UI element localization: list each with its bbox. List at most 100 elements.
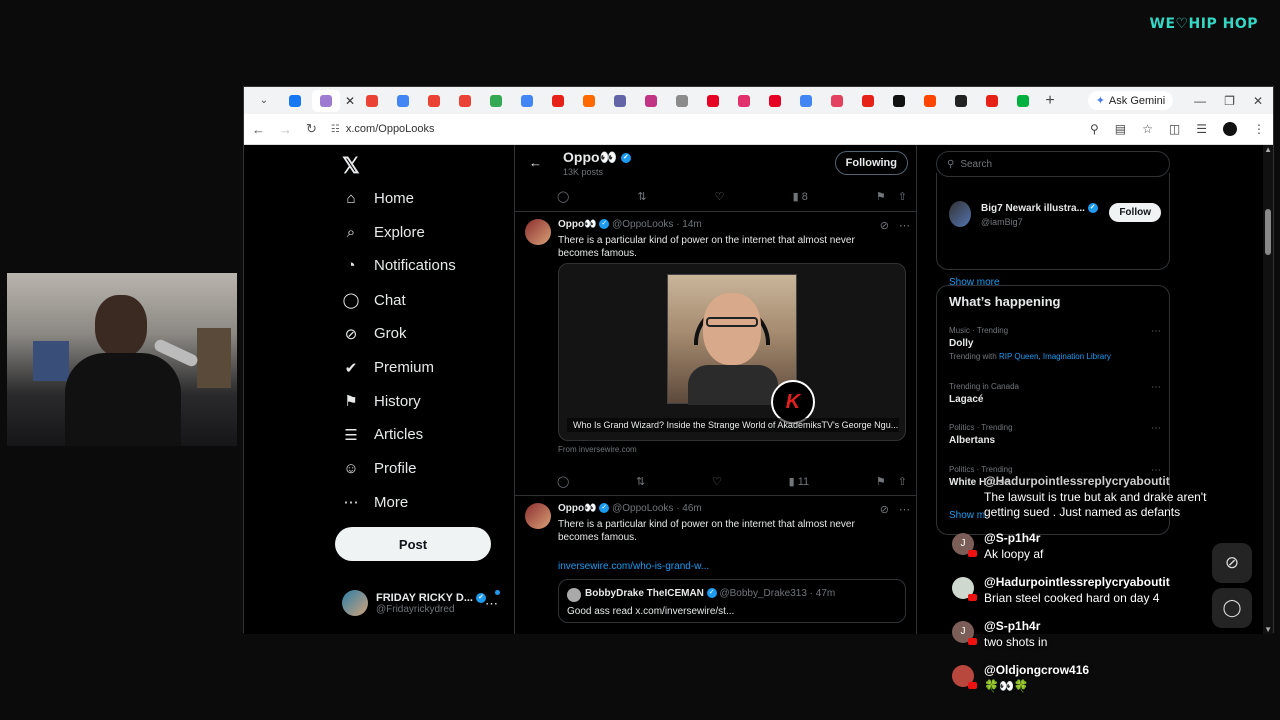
more-dots-icon[interactable]: ⋯	[899, 503, 910, 516]
browser-tab[interactable]	[1009, 90, 1037, 112]
browser-tab[interactable]	[358, 90, 386, 112]
forward-arrow-icon[interactable]: →	[279, 122, 292, 137]
trend-item[interactable]: Music · Trending Dolly Trending with RIP…	[949, 326, 1161, 361]
card-source[interactable]: From inversewire.com	[558, 445, 637, 454]
scroll-down-icon[interactable]: ▼	[1264, 625, 1272, 634]
back-arrow-icon[interactable]: ←	[529, 155, 542, 170]
nav-item-profile[interactable]: ☺ Profile	[342, 460, 416, 477]
follow-button[interactable]: Follow	[1109, 203, 1161, 222]
nav-item-home[interactable]: ⌂ Home	[342, 190, 414, 207]
suggested-handle: @iamBig7	[981, 217, 1023, 227]
trend-item[interactable]: Trending in Canada Lagacé ⋯	[949, 382, 1161, 405]
repost-icon[interactable]: ⇅	[637, 190, 646, 203]
account-switcher[interactable]: FRIDAY RICKY D... ✓ @Fridayrickydred ⋯	[342, 590, 500, 616]
following-button[interactable]: Following	[834, 151, 908, 175]
bookmark-icon[interactable]: ⚑	[876, 475, 886, 488]
reload-icon[interactable]: ↻	[306, 121, 317, 137]
link-card[interactable]: K Who Is Grand Wizard? Inside the Strang…	[558, 263, 906, 441]
browser-tab[interactable]	[854, 90, 882, 112]
location-icon[interactable]: ⚲	[1090, 122, 1099, 136]
browser-tab[interactable]	[637, 90, 665, 112]
browser-tab[interactable]	[312, 89, 340, 112]
browser-tab[interactable]	[792, 90, 820, 112]
browser-tab[interactable]	[761, 90, 789, 112]
browser-tab[interactable]	[451, 90, 479, 112]
cast-icon[interactable]: ▤	[1115, 122, 1126, 136]
minimize-icon[interactable]: —	[1194, 94, 1206, 108]
views-icon[interactable]: ▮ 8	[793, 190, 808, 203]
nav-item-notifications[interactable]: ◔ Notifications	[342, 257, 455, 274]
grok-icon[interactable]: ⊘	[880, 503, 889, 516]
extensions-icon[interactable]: ◫	[1169, 122, 1180, 136]
profile-avatar[interactable]	[1223, 122, 1237, 136]
nav-item-premium[interactable]: ✔ Premium	[342, 359, 434, 377]
more-dots-icon[interactable]: ⋯	[1151, 326, 1161, 337]
nav-item-articles[interactable]: ☰ Articles	[342, 426, 423, 444]
close-icon[interactable]: ✕	[1253, 94, 1263, 108]
scroll-up-icon[interactable]: ▲	[1264, 145, 1272, 154]
browser-tab[interactable]	[389, 90, 417, 112]
post-button[interactable]: Post	[335, 527, 491, 561]
like-icon[interactable]: ♡	[712, 475, 722, 488]
scroll-thumb[interactable]	[1265, 209, 1271, 255]
browser-tab[interactable]	[575, 90, 603, 112]
nav-item-more[interactable]: ⋯ More	[342, 493, 409, 512]
browser-tab[interactable]	[730, 90, 758, 112]
browser-tab[interactable]	[699, 90, 727, 112]
repost-icon[interactable]: ⇅	[636, 475, 645, 488]
trend-item[interactable]: Politics · Trending Albertans ⋯	[949, 423, 1161, 446]
menu-icon[interactable]: ⋮	[1253, 122, 1265, 136]
browser-tab[interactable]	[281, 90, 309, 112]
messages-floating-icon[interactable]: ◯	[1212, 588, 1252, 628]
media-icon[interactable]: ☰	[1196, 122, 1207, 136]
url-field[interactable]: ☷ x.com/OppoLooks	[331, 123, 1076, 135]
browser-tab[interactable]	[668, 90, 696, 112]
reply-icon[interactable]: ◯	[557, 475, 569, 488]
tweet-link[interactable]: inversewire.com/who-is-grand-w...	[558, 561, 709, 572]
browser-tab[interactable]	[544, 90, 572, 112]
tweet-avatar[interactable]	[525, 503, 551, 529]
tab-close-icon[interactable]: ✕	[345, 94, 355, 108]
browser-tab[interactable]	[916, 90, 944, 112]
back-arrow-icon[interactable]: ←	[252, 122, 265, 137]
more-dots-icon[interactable]: ⋯	[899, 219, 910, 232]
tweet-author[interactable]: Oppo👀	[558, 503, 597, 514]
grok-floating-icon[interactable]: ⊘	[1212, 543, 1252, 583]
more-dots-icon[interactable]: ⋯	[1151, 423, 1161, 434]
nav-item-grok[interactable]: ⊘ Grok	[342, 325, 407, 343]
site-info-icon[interactable]: ☷	[331, 124, 340, 135]
nav-item-explore[interactable]: ⌕ Explore	[342, 224, 425, 241]
tweet[interactable]: Oppo👀 ✓ @OppoLooks · 46m ⊘ ⋯ There is a …	[525, 503, 910, 633]
share-icon[interactable]: ⇧	[898, 475, 907, 488]
tweet-author[interactable]: Oppo👀	[558, 219, 597, 230]
page-scrollbar[interactable]: ▲ ▼	[1263, 145, 1273, 634]
x-logo-icon[interactable]: 𝕏	[342, 153, 360, 179]
share-icon[interactable]: ⇧	[898, 190, 907, 203]
new-tab-button[interactable]: +	[1040, 92, 1060, 110]
tweet-avatar[interactable]	[525, 219, 551, 245]
star-icon[interactable]: ☆	[1142, 122, 1153, 136]
reply-icon[interactable]: ◯	[557, 190, 569, 203]
restore-icon[interactable]: ❐	[1224, 94, 1235, 108]
nav-item-history[interactable]: ⚑ History	[342, 392, 420, 411]
browser-tab[interactable]	[420, 90, 448, 112]
search-input[interactable]: ⚲ Search	[936, 151, 1170, 177]
grok-icon[interactable]: ⊘	[880, 219, 889, 232]
browser-tab[interactable]	[978, 90, 1006, 112]
ask-gemini-button[interactable]: ✦ Ask Gemini	[1087, 91, 1174, 110]
bookmark-icon[interactable]: ⚑	[876, 190, 886, 203]
more-dots-icon[interactable]: ⋯	[485, 596, 498, 612]
browser-tab[interactable]	[823, 90, 851, 112]
views-icon[interactable]: ▮ 11	[789, 475, 810, 488]
browser-tab[interactable]	[513, 90, 541, 112]
more-dots-icon[interactable]: ⋯	[1151, 382, 1161, 393]
quoted-tweet[interactable]: BobbyDrake TheICEMAN ✓ @Bobby_Drake313 ·…	[558, 579, 906, 623]
like-icon[interactable]: ♡	[715, 190, 725, 203]
nav-item-chat[interactable]: ◯ Chat	[342, 291, 406, 310]
browser-tab[interactable]	[606, 90, 634, 112]
tab-search-icon[interactable]: ⌄	[250, 90, 278, 112]
browser-tab[interactable]	[947, 90, 975, 112]
browser-tab[interactable]	[885, 90, 913, 112]
browser-tab[interactable]	[482, 90, 510, 112]
tweet[interactable]: Oppo👀 ✓ @OppoLooks · 14m ⊘ ⋯ There is a …	[525, 219, 910, 489]
